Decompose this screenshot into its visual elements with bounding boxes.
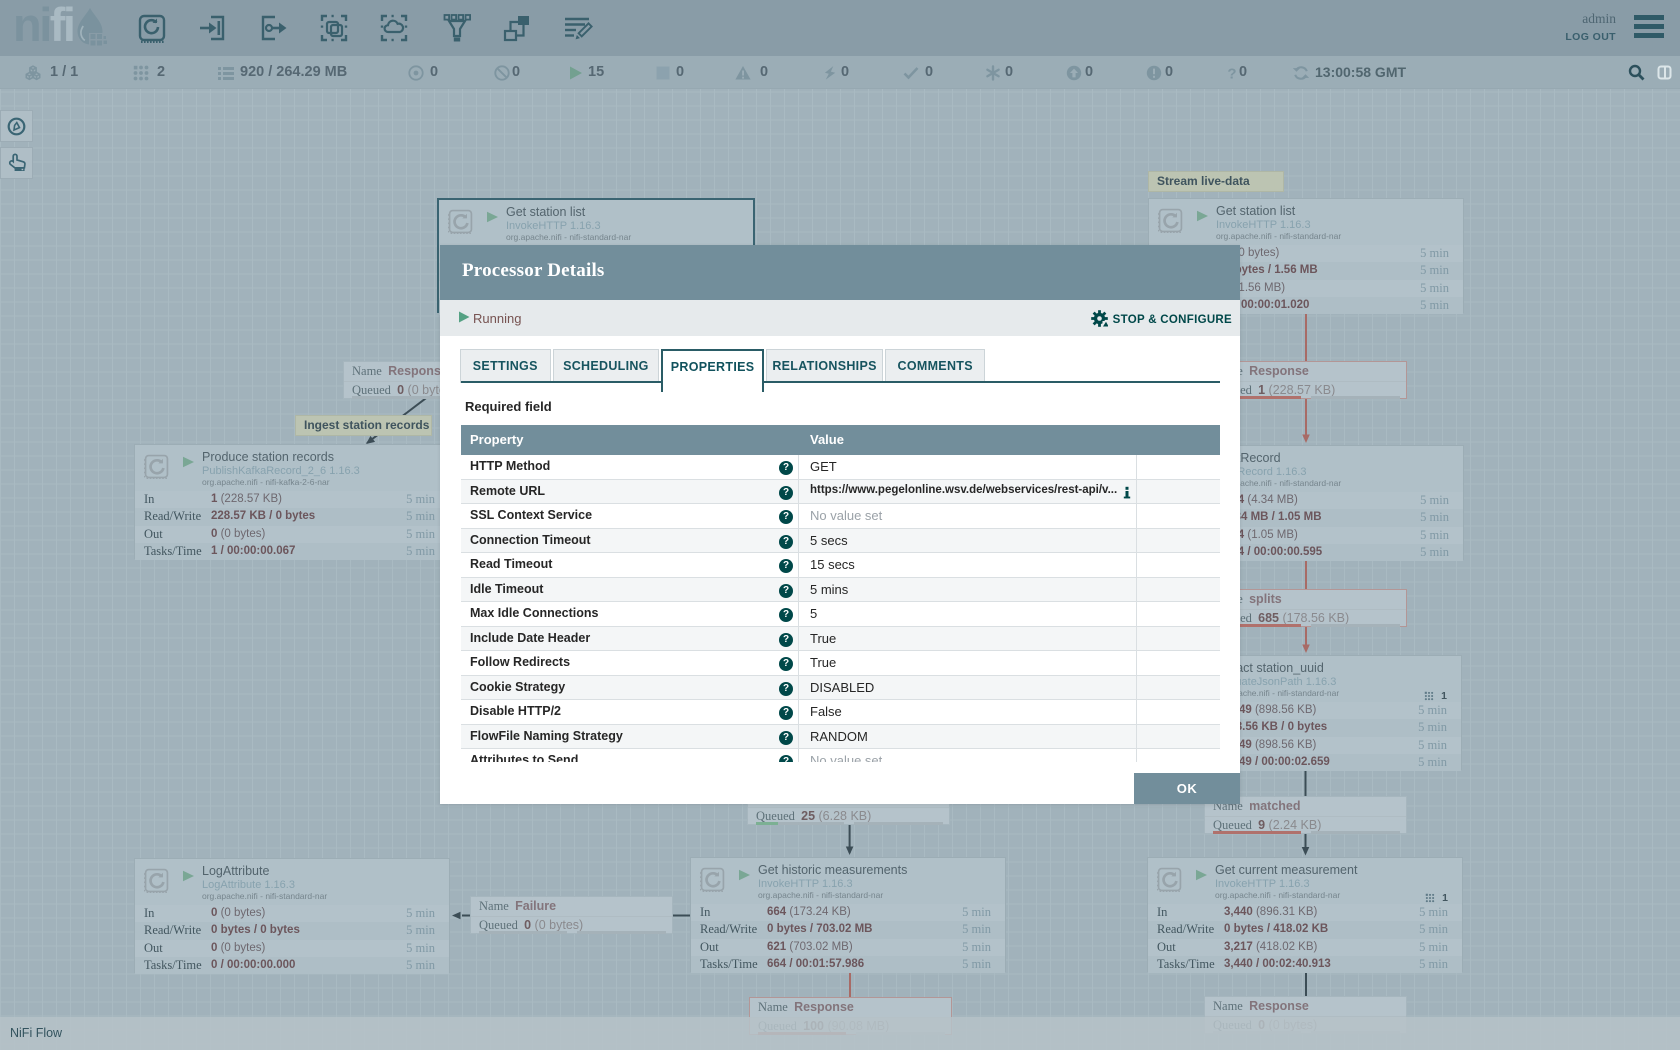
svg-text:?: ? [1227, 65, 1236, 81]
